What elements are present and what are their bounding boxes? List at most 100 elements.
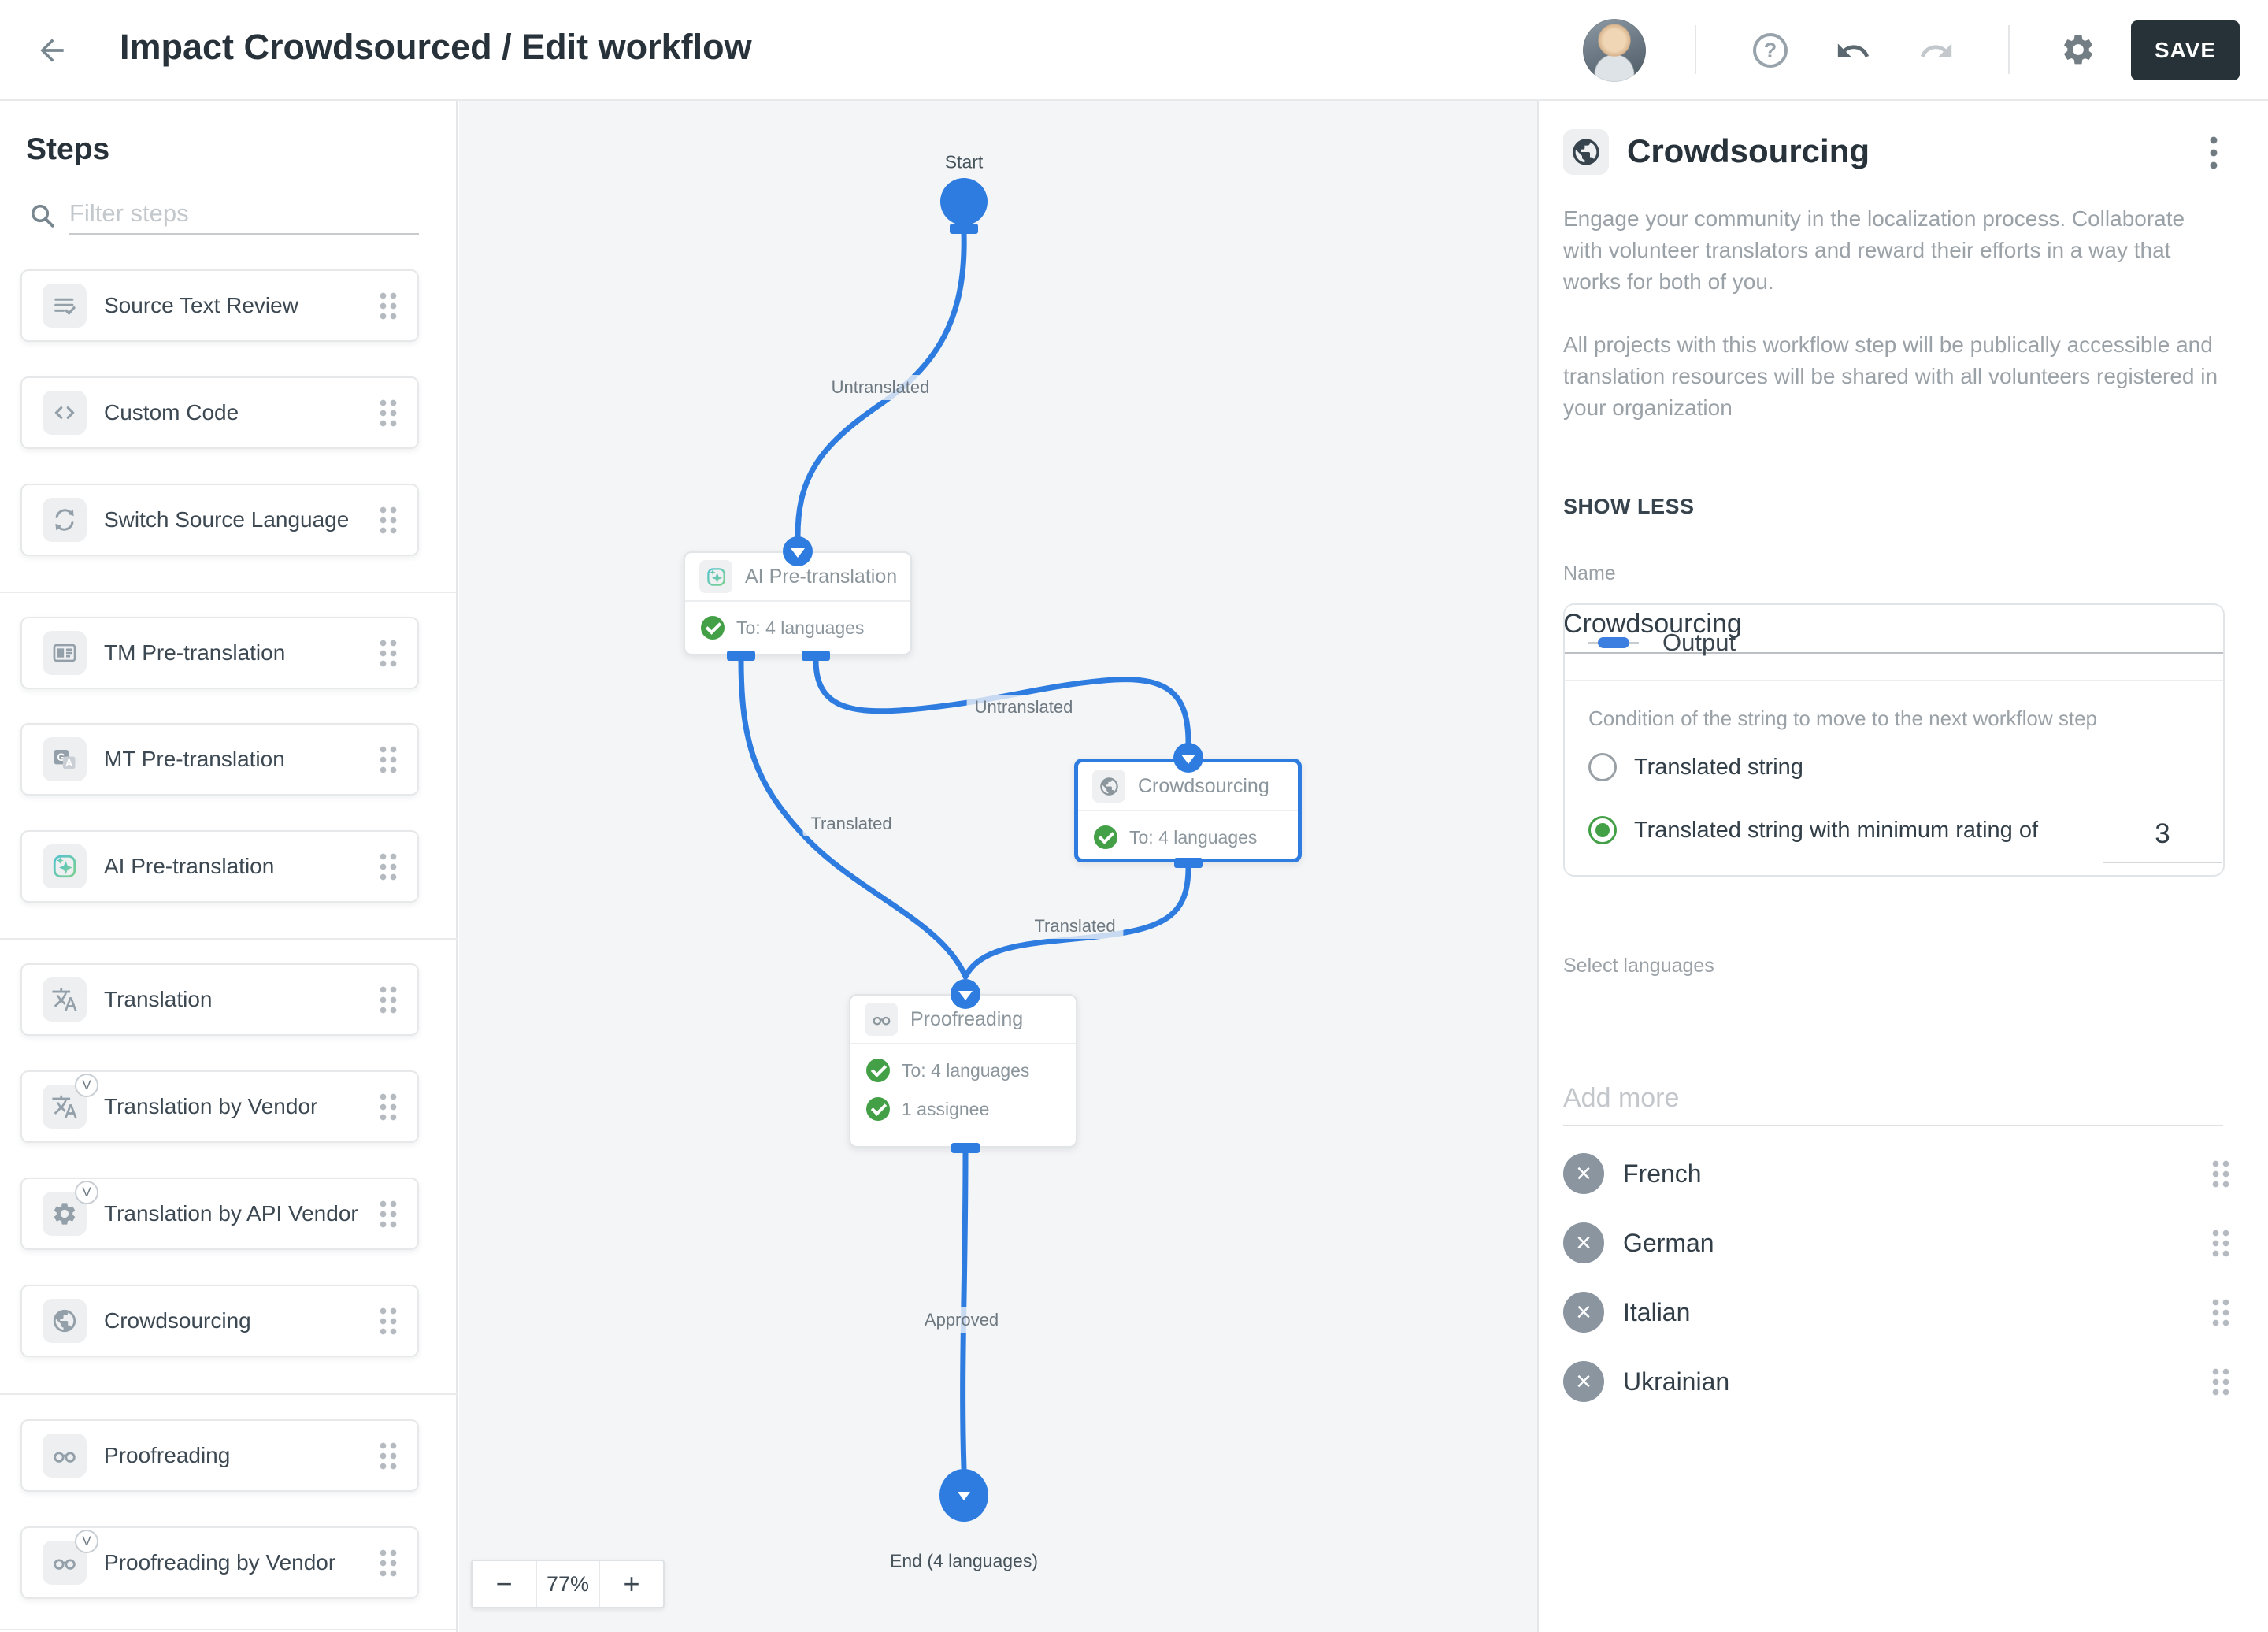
back-arrow-icon[interactable]	[35, 33, 69, 68]
connector-stub[interactable]	[802, 651, 830, 661]
connector-stub[interactable]	[727, 651, 755, 661]
drag-handle[interactable]	[2211, 1227, 2231, 1259]
kebab-menu-icon[interactable]	[2210, 134, 2218, 172]
tm-card-icon	[43, 631, 87, 675]
zoom-in-button[interactable]: +	[600, 1561, 663, 1607]
drag-handle[interactable]	[2211, 1366, 2231, 1397]
minimum-rating-input[interactable]	[2103, 807, 2222, 863]
sidebar-group-divider	[0, 592, 458, 593]
edge-label: Translated	[1026, 914, 1124, 939]
step-description-2: All projects with this workflow step wil…	[1563, 332, 2218, 420]
workflow-canvas[interactable]: Start End (4 languages) AI Pre-translati…	[459, 101, 1537, 1632]
gear-icon[interactable]	[2060, 32, 2096, 68]
zoom-out-button[interactable]: −	[472, 1561, 536, 1607]
radio-option-translated-string[interactable]: Translated string	[1588, 753, 1803, 781]
add-language-input[interactable]	[1563, 1071, 2223, 1126]
drag-handle[interactable]	[378, 1305, 398, 1337]
start-connector-stub[interactable]	[950, 224, 978, 234]
drag-handle[interactable]	[378, 637, 398, 669]
language-row-ukrainian: × Ukrainian	[1563, 1358, 2231, 1405]
check-icon	[866, 1097, 890, 1121]
node-proofreading[interactable]: Proofreading To: 4 languages 1 assignee	[849, 994, 1077, 1148]
sidebar-item-tm-pretranslation[interactable]: TM Pre-translation	[20, 617, 419, 689]
svg-text:A: A	[65, 757, 72, 769]
condition-label: Condition of the string to move to the n…	[1588, 707, 2098, 730]
panel-title: Crowdsourcing	[1627, 132, 1870, 169]
filter-steps-input[interactable]	[69, 194, 419, 235]
sidebar-item-proofreading[interactable]: Proofreading	[20, 1419, 419, 1492]
help-icon[interactable]: ?	[1753, 33, 1788, 68]
drag-handle[interactable]	[378, 851, 398, 882]
drag-handle[interactable]	[378, 504, 398, 536]
code-brackets-icon	[43, 391, 87, 435]
page-title: Impact Crowdsourced / Edit workflow	[120, 27, 752, 67]
drag-handle[interactable]	[378, 1091, 398, 1122]
glasses-icon	[43, 1434, 87, 1478]
redo-icon[interactable]	[1918, 33, 1955, 69]
radio-icon[interactable]	[1588, 753, 1617, 781]
vendor-badge: V	[75, 1074, 98, 1097]
check-icon	[701, 616, 724, 640]
sidebar-item-ai-pretranslation[interactable]: AI Pre-translation	[20, 830, 419, 903]
zoom-level: 77%	[536, 1561, 600, 1607]
language-row-french: × French	[1563, 1150, 2231, 1197]
connector-stub[interactable]	[951, 1143, 980, 1153]
sidebar-item-switch-source-language[interactable]: Switch Source Language	[20, 484, 419, 556]
sidebar-item-custom-code[interactable]: Custom Code	[20, 376, 419, 449]
drag-handle[interactable]	[378, 1198, 398, 1230]
drag-handle[interactable]	[378, 1547, 398, 1578]
show-less-link[interactable]: SHOW LESS	[1563, 495, 1695, 519]
toolbar-divider	[2008, 25, 2010, 74]
drag-handle[interactable]	[378, 984, 398, 1015]
globe-icon	[1563, 129, 1609, 175]
glasses-icon	[865, 1003, 898, 1036]
remove-language-icon[interactable]: ×	[1563, 1361, 1604, 1402]
node-ai-pretranslation[interactable]: AI Pre-translation To: 4 languages	[684, 551, 912, 655]
translate-icon	[43, 977, 87, 1022]
edge-arrow	[951, 979, 980, 1009]
drag-handle[interactable]	[2211, 1296, 2231, 1328]
filter-steps-field	[0, 194, 458, 250]
edge-label: Translated	[802, 811, 900, 836]
sidebar-item-crowdsourcing[interactable]: Crowdsourcing	[20, 1285, 419, 1357]
language-row-german: × German	[1563, 1219, 2231, 1267]
sidebar-item-translation-by-vendor[interactable]: V Translation by Vendor	[20, 1070, 419, 1143]
radio-option-minimum-rating[interactable]: Translated string with minimum rating of	[1588, 816, 2038, 844]
node-crowdsourcing[interactable]: Crowdsourcing To: 4 languages	[1074, 759, 1302, 862]
select-languages-label: Select languages	[1563, 955, 1714, 977]
sidebar-item-translation[interactable]: Translation	[20, 963, 419, 1036]
sidebar-title: Steps	[26, 132, 110, 166]
vendor-badge: V	[75, 1181, 98, 1204]
connector-stub[interactable]	[1174, 858, 1203, 868]
output-title: Output	[1662, 628, 1736, 656]
undo-icon[interactable]	[1835, 33, 1871, 69]
drag-handle[interactable]	[378, 1440, 398, 1471]
save-button[interactable]: SAVE	[2131, 20, 2240, 80]
switch-arrows-icon	[43, 498, 87, 542]
end-node[interactable]	[939, 1469, 988, 1522]
sidebar-item-mt-pretranslation[interactable]: GA MT Pre-translation	[20, 723, 419, 796]
source-text-review-icon	[43, 284, 87, 328]
drag-handle[interactable]	[378, 744, 398, 775]
remove-language-icon[interactable]: ×	[1563, 1153, 1604, 1194]
drag-handle[interactable]	[378, 397, 398, 428]
ai-sparkle-icon	[43, 844, 87, 888]
start-node[interactable]	[940, 178, 988, 225]
translate-icon: V	[43, 1074, 98, 1129]
search-icon	[31, 204, 54, 228]
radio-selected-icon[interactable]	[1588, 816, 1617, 844]
toolbar-divider	[1695, 25, 1696, 74]
drag-handle[interactable]	[2211, 1158, 2231, 1189]
workflow-edges	[738, 230, 1191, 1471]
sidebar-item-source-text-review[interactable]: Source Text Review	[20, 269, 419, 342]
drag-handle[interactable]	[378, 290, 398, 321]
edge-arrow	[1173, 743, 1203, 773]
sidebar-item-proofreading-by-vendor[interactable]: V Proofreading by Vendor	[20, 1526, 419, 1599]
remove-language-icon[interactable]: ×	[1563, 1222, 1604, 1263]
avatar[interactable]	[1583, 19, 1646, 82]
remove-language-icon[interactable]: ×	[1563, 1292, 1604, 1333]
name-field-label: Name	[1563, 562, 1616, 584]
edge-arrow	[783, 536, 813, 566]
sidebar-item-translation-by-api-vendor[interactable]: V Translation by API Vendor	[20, 1178, 419, 1250]
edge-label: Untranslated	[966, 695, 1081, 720]
